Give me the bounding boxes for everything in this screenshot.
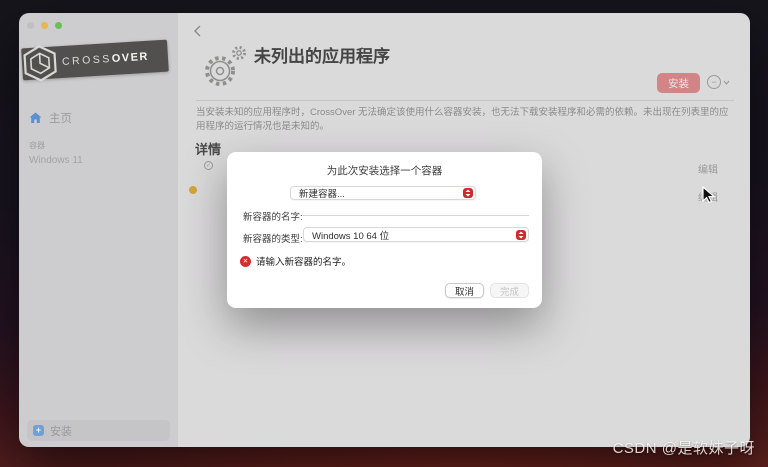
check-circle-icon: ✓ xyxy=(204,161,213,170)
mouse-cursor xyxy=(702,186,716,204)
sidebar-item-home[interactable]: 主页 xyxy=(29,110,72,126)
home-icon xyxy=(29,112,42,123)
sidebar-item-windows11[interactable]: Windows 11 xyxy=(29,155,83,166)
sidebar-section-containers: 容器 xyxy=(29,141,45,150)
container-select-value: 新建容器... xyxy=(299,189,345,200)
traffic-lights xyxy=(27,22,62,29)
close-button[interactable] xyxy=(27,22,34,29)
maximize-button[interactable] xyxy=(55,22,62,29)
new-container-name-input[interactable] xyxy=(303,202,529,216)
choose-container-dialog: 为此次安装选择一个容器 新建容器... 新容器的名字: 新容器的类型: Wind… xyxy=(227,152,542,308)
sidebar-item-install[interactable]: + 安装 xyxy=(27,420,170,441)
dialog-title: 为此次安装选择一个容器 xyxy=(326,165,443,177)
details-heading: 详情 xyxy=(195,142,222,157)
crossover-hexagon-icon xyxy=(23,45,57,82)
new-container-name-label: 新容器的名字: xyxy=(243,212,303,223)
select-stepper-icon xyxy=(516,229,526,240)
done-button[interactable]: 完成 xyxy=(489,283,529,298)
page-title: 未列出的应用程序 xyxy=(254,47,390,66)
install-button[interactable]: 安装 xyxy=(657,73,700,93)
gears-icon xyxy=(198,43,250,94)
sidebar: CROSS OVER 主页 容器 Windows 11 + 安装 xyxy=(19,13,178,447)
error-message: 请输入新容器的名字。 xyxy=(256,257,352,268)
edit-link[interactable]: 编辑 xyxy=(698,161,718,176)
header-divider xyxy=(196,100,734,101)
dialog-buttons: 取消 完成 xyxy=(444,283,529,298)
options-dropdown-button[interactable]: − xyxy=(707,75,730,89)
error-x-icon: ✕ xyxy=(240,255,251,267)
sidebar-item-install-label: 安装 xyxy=(50,425,72,438)
warning-dot-icon xyxy=(189,186,197,194)
plus-icon: + xyxy=(33,425,44,436)
minimize-button[interactable] xyxy=(41,22,48,29)
container-select[interactable]: 新建容器... xyxy=(290,186,476,200)
sidebar-item-home-label: 主页 xyxy=(49,113,72,125)
crossover-logo: CROSS OVER xyxy=(21,39,169,82)
logo-text-over: OVER xyxy=(111,50,150,65)
page-description: 当安装未知的应用程序时，CrossOver 无法确定该使用什么容器安装，也无法下… xyxy=(196,107,729,132)
type-select-value: Windows 10 64 位 xyxy=(312,230,390,242)
watermark: CSDN @是软妹子呀 xyxy=(612,440,755,457)
minus-circle-icon: − xyxy=(707,75,721,89)
back-button[interactable] xyxy=(192,24,204,38)
new-container-type-select[interactable]: Windows 10 64 位 xyxy=(303,227,529,242)
validation-error: ✕ 请输入新容器的名字。 xyxy=(240,254,351,268)
chevron-down-icon xyxy=(723,80,730,85)
cancel-button[interactable]: 取消 xyxy=(444,283,484,298)
logo-text-cross: CROSS xyxy=(61,52,113,69)
select-stepper-icon xyxy=(463,188,473,198)
new-container-type-label: 新容器的类型: xyxy=(243,234,303,245)
